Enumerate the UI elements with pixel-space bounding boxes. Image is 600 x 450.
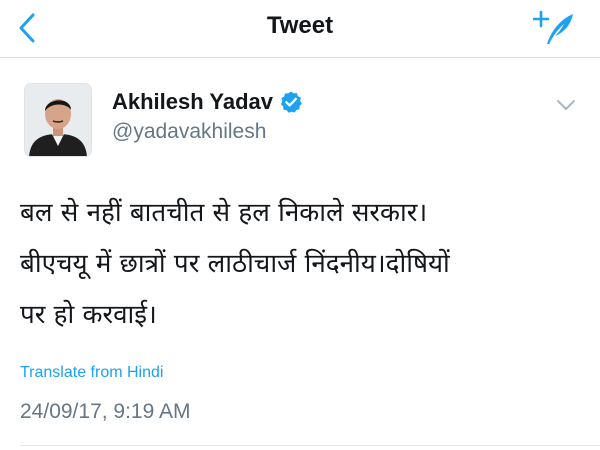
- profile-photo-image: [25, 84, 91, 156]
- compose-tweet-button[interactable]: [530, 8, 580, 48]
- avatar[interactable]: [25, 84, 91, 156]
- tweet-text: बल से नहीं बातचीत से हल निकाले सरकार। बी…: [20, 188, 580, 341]
- page-title: Tweet: [266, 12, 334, 39]
- author-name: Akhilesh Yadav: [112, 89, 274, 114]
- translate-link[interactable]: Translate from Hindi: [20, 364, 163, 382]
- compose-tweet-icon: [533, 10, 573, 44]
- divider: [20, 445, 600, 446]
- tweet-text-line: बल से नहीं बातचीत से हल निकाले सरकार।: [20, 198, 428, 228]
- tweet-text-line: बीएचयू में छात्रों पर लाठीचार्ज निंदनीय।…: [20, 249, 450, 279]
- verified-badge-icon: [279, 90, 303, 114]
- navigation-bar: Tweet: [0, 0, 600, 58]
- tweet-timestamp: 24/09/17, 9:19 AM: [20, 400, 191, 423]
- author-name-row[interactable]: Akhilesh Yadav: [112, 89, 303, 115]
- tweet-options-button[interactable]: [552, 94, 580, 116]
- tweet-text-line: पर हो करवाई।: [20, 300, 157, 330]
- chevron-down-icon: [557, 100, 575, 110]
- tweet-detail-screen: Tweet Akhilesh Yadav @yadavakhilesh बल स…: [0, 0, 600, 450]
- author-handle[interactable]: @yadavakhilesh: [112, 120, 266, 144]
